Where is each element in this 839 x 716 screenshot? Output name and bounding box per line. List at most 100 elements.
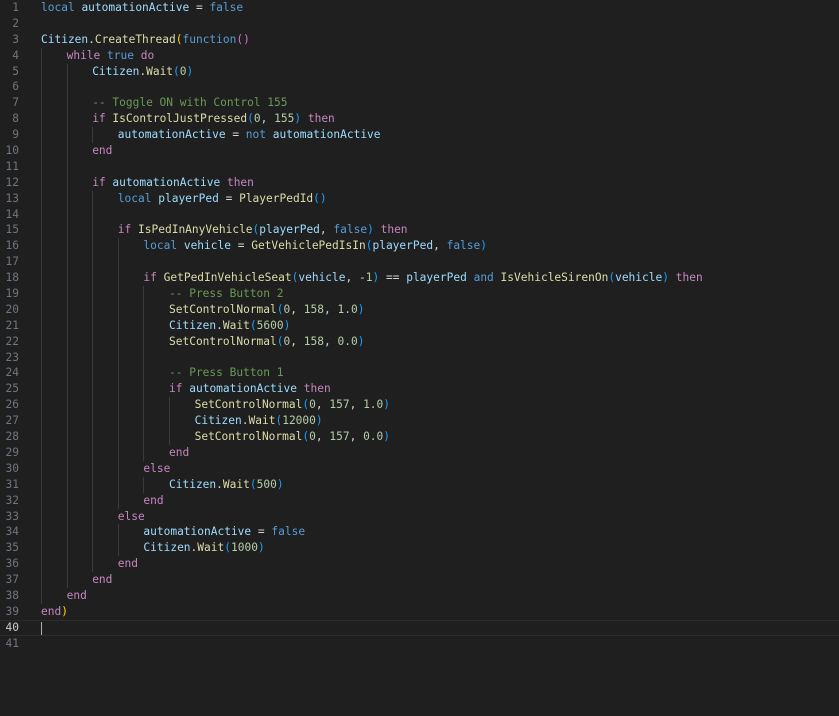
code-token: true bbox=[107, 48, 134, 62]
indent-guide bbox=[66, 254, 68, 271]
code-token: ) bbox=[283, 318, 291, 332]
code-line[interactable]: 28 SetControlNormal(0, 157, 0.0) bbox=[0, 429, 839, 445]
indent-guide bbox=[92, 349, 94, 366]
code-line[interactable]: 14 bbox=[0, 206, 839, 223]
code-line[interactable]: 20 SetControlNormal(0, 158, 1.0) bbox=[0, 301, 839, 318]
code-token: end bbox=[41, 604, 62, 618]
code-line[interactable]: 1 local automationActive = false bbox=[0, 0, 839, 16]
code-line[interactable]: 31 Citizen.Wait(500) bbox=[0, 476, 839, 493]
indent-guide bbox=[41, 301, 42, 318]
code-line[interactable]: 34 automationActive = false bbox=[0, 524, 839, 541]
indent-guide bbox=[66, 572, 68, 588]
code-line[interactable]: 4 while true do bbox=[0, 47, 839, 64]
code-line[interactable]: 32 end bbox=[0, 492, 839, 509]
code-line[interactable]: 7 -- Toggle ON with Control 155 bbox=[0, 95, 839, 112]
code-line[interactable]: 3 Citizen.CreateThread(function() bbox=[0, 32, 839, 48]
indent-guide bbox=[92, 556, 94, 573]
code-token: automationActive bbox=[272, 128, 381, 142]
indent-guide bbox=[92, 524, 94, 541]
line-content: end bbox=[41, 444, 839, 461]
code-line[interactable]: 40 bbox=[0, 619, 839, 636]
indent-guide bbox=[66, 317, 68, 334]
code-token: local bbox=[117, 191, 152, 205]
indent-guide bbox=[92, 540, 94, 557]
code-line[interactable]: 35 Citizen.Wait(1000) bbox=[0, 540, 839, 557]
code-token: GetPedInVehicleSeat bbox=[163, 271, 292, 285]
code-token: vehicle bbox=[615, 271, 663, 285]
code-line[interactable]: 12 if automationActive then bbox=[0, 174, 839, 191]
line-content: Citizen.Wait(1000) bbox=[41, 540, 839, 557]
code-line[interactable]: 25 if automationActive then bbox=[0, 381, 839, 398]
code-line[interactable]: 39 end) bbox=[0, 604, 839, 620]
code-line[interactable]: 33 else bbox=[0, 508, 839, 525]
code-line[interactable]: 9 automationActive = not automationActive bbox=[0, 127, 839, 144]
indent-guide bbox=[169, 397, 170, 414]
indent-guide bbox=[169, 429, 170, 445]
code-line[interactable]: 22 SetControlNormal(0, 158, 0.0) bbox=[0, 333, 839, 350]
indent-guide bbox=[143, 317, 145, 334]
line-number: 19 bbox=[5, 287, 19, 301]
code-line[interactable]: 10 end bbox=[0, 143, 839, 159]
code-line[interactable]: 27 Citizen.Wait(12000) bbox=[0, 413, 839, 430]
code-line[interactable]: 37 end bbox=[0, 572, 839, 588]
indent-guide bbox=[66, 270, 68, 287]
code-line[interactable]: 36 end bbox=[0, 556, 839, 573]
indent-guide bbox=[117, 540, 119, 557]
indent-guide bbox=[117, 365, 119, 382]
indent-guide bbox=[41, 79, 42, 96]
code-line[interactable]: 24 -- Press Button 1 bbox=[0, 365, 839, 382]
indent-guide bbox=[41, 413, 42, 430]
line-number: 39 bbox=[5, 604, 19, 618]
code-line[interactable]: 15 if IsPedInAnyVehicle(playerPed, false)… bbox=[0, 222, 839, 239]
code-line[interactable]: 17 bbox=[0, 254, 839, 271]
indent-guide bbox=[41, 333, 42, 350]
code-line[interactable]: 13 local playerPed = PlayerPedId() bbox=[0, 190, 839, 207]
code-line[interactable]: 29 end bbox=[0, 444, 839, 461]
code-token: vehicle bbox=[298, 271, 346, 285]
indent-guide bbox=[41, 381, 42, 398]
indent-guide bbox=[92, 333, 94, 350]
code-token: then bbox=[226, 175, 254, 189]
code-line[interactable]: 38 end bbox=[0, 587, 839, 604]
indent-guide bbox=[66, 238, 68, 255]
code-line[interactable]: 18 if GetPedInVehicleSeat(vehicle, -1) ==… bbox=[0, 270, 839, 287]
line-number: 37 bbox=[5, 573, 19, 587]
indent-guide bbox=[41, 111, 42, 128]
code-line[interactable]: 19 -- Press Button 2 bbox=[0, 286, 839, 302]
code-token: 0 bbox=[253, 112, 261, 126]
indent-guide bbox=[66, 158, 68, 175]
line-content: automationActive = false bbox=[41, 524, 839, 541]
code-line[interactable]: 30 else bbox=[0, 460, 839, 477]
code-line[interactable]: 2 bbox=[0, 16, 839, 32]
code-token: , bbox=[315, 398, 330, 412]
code-line[interactable]: 8 if IsControlJustPressed(0, 155) then bbox=[0, 111, 839, 128]
indent-guide bbox=[143, 333, 145, 350]
code-line[interactable]: 41 bbox=[0, 636, 839, 652]
indent-guide bbox=[117, 460, 119, 477]
line-content: Citizen.Wait(5600) bbox=[41, 317, 839, 334]
code-line[interactable]: 11 bbox=[0, 158, 839, 175]
indent-guide bbox=[41, 397, 42, 414]
line-content: end bbox=[41, 587, 839, 604]
code-line[interactable]: 16 local vehicle = GetVehiclePedIsIn(play… bbox=[0, 238, 839, 255]
code-line[interactable]: 23 bbox=[0, 349, 839, 366]
line-content bbox=[41, 636, 839, 652]
code-token: automationActive bbox=[189, 382, 298, 396]
indent-guide bbox=[117, 381, 119, 398]
indent-guide bbox=[143, 381, 145, 398]
code-line[interactable]: 26 SetControlNormal(0, 157, 1.0) bbox=[0, 397, 839, 414]
code-line[interactable]: 21 Citizen.Wait(5600) bbox=[0, 317, 839, 334]
code-line[interactable]: 6 bbox=[0, 79, 839, 96]
indent-guide bbox=[92, 254, 94, 271]
indent-guide bbox=[92, 397, 94, 414]
code-line[interactable]: 5 Citizen.Wait(0) bbox=[0, 63, 839, 80]
line-number: 25 bbox=[5, 382, 19, 396]
code-editor[interactable]: 1 local automationActive = false 2 3 Citizen… bbox=[0, 0, 839, 716]
line-content: SetControlNormal(0, 158, 1.0) bbox=[41, 301, 839, 318]
indent-guide bbox=[66, 413, 68, 430]
code-token: end bbox=[143, 493, 164, 507]
code-token: , bbox=[323, 302, 338, 316]
code-token: Wait bbox=[222, 477, 250, 491]
line-content: end bbox=[41, 143, 839, 159]
